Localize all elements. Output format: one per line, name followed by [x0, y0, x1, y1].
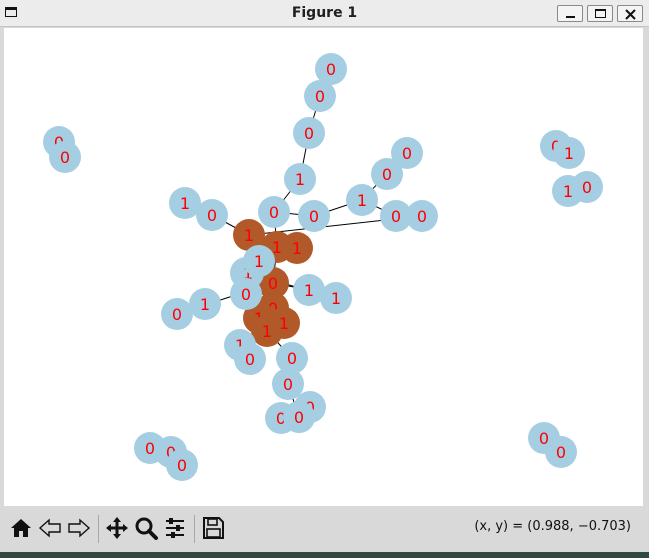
maximize-button[interactable] — [587, 5, 613, 22]
node-label: 0 — [582, 178, 592, 197]
node-label: 1 — [564, 144, 574, 163]
graph-node-a3: 1 — [284, 163, 316, 195]
forward-button[interactable] — [66, 515, 92, 541]
node-label: 0 — [207, 206, 217, 225]
node-label: 1 — [292, 239, 302, 258]
graph-node-l4: 0 — [571, 171, 603, 203]
cursor-coordinates: (x, y) = (0.988, −0.703) — [474, 519, 631, 534]
node-label: 1 — [304, 281, 314, 300]
minimize-button[interactable] — [557, 5, 583, 22]
node-label: 0 — [304, 124, 314, 143]
node-label: 0 — [402, 144, 412, 163]
graph-node-i1: 1 — [189, 288, 221, 320]
node-label: 1 — [180, 194, 190, 213]
graph-node-c2: 1 — [346, 184, 378, 216]
node-label: 0 — [417, 207, 427, 226]
node-label: 0 — [268, 274, 278, 293]
node-label: 0 — [326, 60, 336, 79]
node-label: 1 — [254, 252, 264, 271]
zoom-icon — [135, 517, 158, 540]
node-label: 1 — [279, 314, 289, 333]
node-label: 0 — [391, 207, 401, 226]
close-icon — [625, 9, 636, 20]
graph-node-a2: 0 — [293, 117, 325, 149]
configure-subplots-button[interactable] — [162, 515, 188, 541]
graph-node-k2: 0 — [283, 401, 315, 433]
node-label: 1 — [295, 170, 305, 189]
node-label: 1 — [200, 295, 210, 314]
graph-node-b2: 0 — [196, 199, 228, 231]
zoom-button[interactable] — [133, 515, 159, 541]
node-label: 0 — [287, 349, 297, 368]
node-label: 0 — [172, 305, 182, 324]
node-label: 0 — [309, 207, 319, 226]
network-graph: 0001100010000111001111101101100000000011… — [43, 53, 603, 481]
save-icon — [203, 517, 224, 539]
toolbar-separator — [98, 515, 99, 543]
graph-node-c3: 0 — [391, 137, 423, 169]
node-label: 0 — [177, 456, 187, 475]
graph-node-e2: 1 — [320, 282, 352, 314]
figure-window: Figure 1 0001100010000111001111101101100… — [0, 0, 649, 558]
graph-node-h3: 1 — [281, 232, 313, 264]
navigation-toolbar: (x, y) = (0.988, −0.703) — [0, 507, 649, 558]
close-button[interactable] — [617, 5, 643, 22]
nodes-layer: 0001100010000111001111101101100000000011… — [43, 53, 603, 481]
graph-node-f2: 1 — [243, 245, 275, 277]
graph-node-p2: 0 — [49, 141, 81, 173]
node-label: 0 — [241, 285, 251, 304]
window-title: Figure 1 — [291, 5, 358, 21]
graph-node-h8: 1 — [268, 307, 300, 339]
graph-node-d0: 0 — [406, 200, 438, 232]
graph-node-d1: 0 — [258, 196, 290, 228]
node-label: 0 — [556, 443, 566, 462]
graph-node-j1: 0 — [234, 343, 266, 375]
node-label: 0 — [245, 350, 255, 369]
graph-node-e1: 1 — [293, 274, 325, 306]
node-label: 0 — [145, 439, 155, 458]
back-icon — [38, 518, 61, 538]
home-icon — [11, 519, 31, 537]
graph-node-n2: 0 — [545, 436, 577, 468]
node-label: 0 — [315, 87, 325, 106]
pan-icon — [106, 517, 128, 539]
pan-button[interactable] — [104, 515, 130, 541]
back-button[interactable] — [37, 515, 63, 541]
node-label: 0 — [382, 165, 392, 184]
node-label: 1 — [357, 191, 367, 210]
graph-node-i2: 0 — [161, 298, 193, 330]
toolbar-separator — [194, 515, 195, 543]
graph-node-a1: 0 — [304, 80, 336, 112]
graph-node-g1: 0 — [230, 278, 262, 310]
node-label: 0 — [283, 375, 293, 394]
save-button[interactable] — [200, 515, 226, 541]
desktop-strip — [0, 552, 649, 558]
title-bar[interactable]: Figure 1 — [0, 0, 649, 27]
plot-canvas[interactable]: 0001100010000111001111101101100000000011… — [4, 28, 643, 506]
forward-icon — [68, 518, 91, 538]
node-label: 0 — [294, 408, 304, 427]
graph-node-m3: 0 — [166, 449, 198, 481]
node-label: 0 — [60, 148, 70, 167]
home-button[interactable] — [8, 515, 34, 541]
node-label: 1 — [244, 226, 254, 245]
node-label: 1 — [331, 289, 341, 308]
graph-node-l2: 1 — [553, 137, 585, 169]
configure-subplots-icon — [166, 518, 184, 538]
node-label: 0 — [269, 203, 279, 222]
graph-node-c0: 0 — [298, 200, 330, 232]
